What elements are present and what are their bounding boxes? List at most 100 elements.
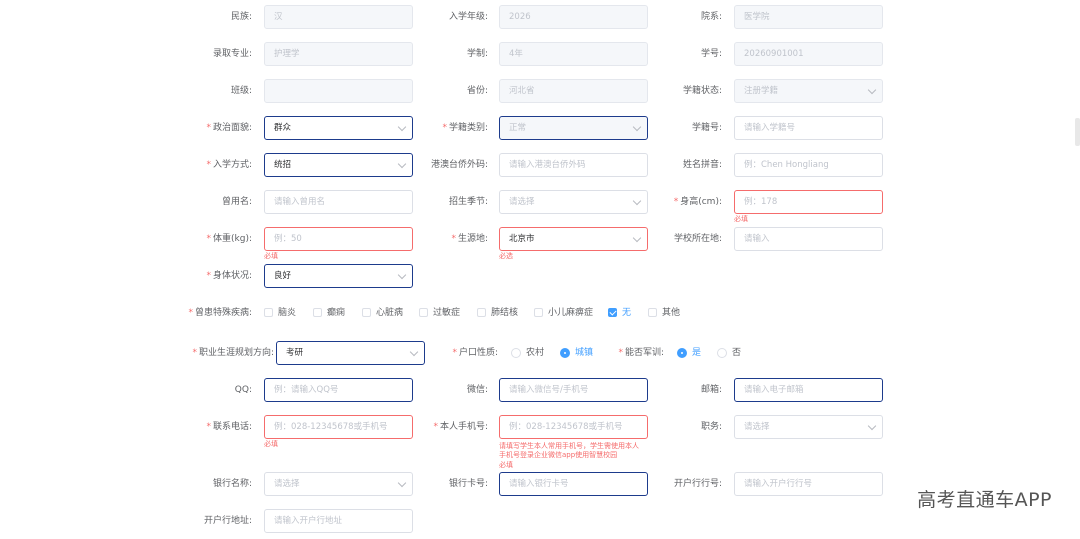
position-select[interactable]: 请选择 <box>734 415 883 439</box>
enroll-grade-field[interactable]: 2026 <box>499 5 648 29</box>
height-label: * 身高(cm): <box>673 197 722 207</box>
career-select[interactable]: 考研 <box>276 341 425 365</box>
health-select[interactable]: 良好 <box>264 264 413 288</box>
bank-card-label: 银行卡号: <box>448 479 488 489</box>
student-id-value: 20260901001 <box>744 49 804 59</box>
major-label: 录取专业: <box>212 49 252 59</box>
checkbox-label-polio: 小儿麻痹症 <box>548 308 594 318</box>
enroll-grade-label: 入学年级: <box>448 12 488 22</box>
pinyin-input[interactable]: 例：Chen Hongliang <box>734 153 883 177</box>
position-placeholder: 请选择 <box>744 422 770 432</box>
wechat-label: 微信: <box>466 385 488 395</box>
class-label: 班级: <box>230 86 252 96</box>
student-id-field[interactable]: 20260901001 <box>734 42 883 66</box>
hk-code-label: 港澳台侨外码: <box>430 160 488 170</box>
status-type-select[interactable]: 正常 <box>499 116 648 140</box>
political-label: * 政治面貌: <box>206 123 252 133</box>
bank-name-label: 银行名称: <box>212 479 252 489</box>
province-value: 河北省 <box>509 86 535 96</box>
radio-military-no[interactable] <box>717 348 727 358</box>
duration-label: 学制: <box>466 49 488 59</box>
status-type-value: 正常 <box>509 123 527 133</box>
scrollbar-handle[interactable] <box>1075 118 1080 146</box>
email-input[interactable]: 请输入电子邮箱 <box>734 378 883 402</box>
own-phone-error: 必填 <box>499 461 513 469</box>
reg-no-input[interactable]: 请输入学籍号 <box>734 116 883 140</box>
email-label: 邮箱: <box>700 385 722 395</box>
enroll-method-label-text: 入学方式: <box>212 160 252 170</box>
bank-card-input[interactable]: 请输入银行卡号 <box>499 472 648 496</box>
chevron-down-icon <box>397 122 407 132</box>
department-value: 医学院 <box>744 12 770 22</box>
diseases-label-text: 曾患特殊疾病: <box>194 308 252 318</box>
radio-label-rural: 农村 <box>526 348 545 358</box>
province-field[interactable]: 河北省 <box>499 79 648 103</box>
height-input[interactable]: 例：178 <box>734 190 883 214</box>
status-select[interactable]: 注册学籍 <box>734 79 883 103</box>
school-loc-input[interactable]: 请输入 <box>734 227 883 251</box>
status-label: 学籍状态: <box>682 86 722 96</box>
career-value: 考研 <box>286 348 304 358</box>
political-select[interactable]: 群众 <box>264 116 413 140</box>
chevron-down-icon <box>867 421 877 431</box>
weight-label-text: 体重(kg): <box>213 234 252 244</box>
checkbox-none[interactable] <box>608 308 617 317</box>
own-phone-input[interactable]: 例：028-12345678或手机号 <box>499 415 648 439</box>
radio-urban[interactable] <box>560 348 570 358</box>
radio-label-military-yes: 是 <box>692 348 702 358</box>
department-field[interactable]: 医学院 <box>734 5 883 29</box>
hk-code-input[interactable]: 请输入港澳台侨外码 <box>499 153 648 177</box>
former-name-input[interactable]: 请输入曾用名 <box>264 190 413 214</box>
height-error: 必填 <box>734 215 748 223</box>
wechat-input[interactable]: 请输入微信号/手机号 <box>499 378 648 402</box>
reg-no-label: 学籍号: <box>691 123 722 133</box>
school-loc-label: 学校所在地: <box>673 234 722 244</box>
season-select[interactable]: 请选择 <box>499 190 648 214</box>
military-label-text: 能否军训: <box>624 348 664 358</box>
contact-phone-error: 必填 <box>264 440 278 448</box>
ethnicity-field[interactable]: 汉 <box>264 5 413 29</box>
season-label: 招生季节: <box>448 197 488 207</box>
major-field[interactable]: 护理学 <box>264 42 413 66</box>
enroll-method-label: * 入学方式: <box>206 160 252 170</box>
diseases-label: * 曾患特殊疾病: <box>188 308 252 318</box>
checkbox-allergy[interactable] <box>419 308 428 317</box>
checkbox-label-none: 无 <box>622 308 632 318</box>
season-placeholder: 请选择 <box>509 197 535 207</box>
chevron-down-icon <box>397 478 407 488</box>
checkbox-epilepsy[interactable] <box>313 308 322 317</box>
enroll-method-select[interactable]: 统招 <box>264 153 413 177</box>
bank-branch-no-input[interactable]: 请输入开户行行号 <box>734 472 883 496</box>
own-phone-label: * 本人手机号: <box>433 422 488 432</box>
weight-input[interactable]: 例：50 <box>264 227 413 251</box>
qq-input[interactable]: 例：请输入QQ号 <box>264 378 413 402</box>
qq-label: QQ: <box>234 385 252 395</box>
weight-label: * 体重(kg): <box>206 234 252 244</box>
pinyin-label: 姓名拼音: <box>682 160 722 170</box>
checkbox-encephalitis[interactable] <box>264 308 273 317</box>
checkbox-label-allergy: 过敏症 <box>433 308 461 318</box>
contact-phone-input[interactable]: 例：028-12345678或手机号 <box>264 415 413 439</box>
health-value: 良好 <box>274 271 292 281</box>
bank-name-select[interactable]: 请选择 <box>264 472 413 496</box>
radio-military-yes[interactable] <box>677 348 687 358</box>
checkbox-other[interactable] <box>648 308 657 317</box>
class-field[interactable] <box>264 79 413 103</box>
position-label: 职务: <box>700 422 722 432</box>
origin-value: 北京市 <box>509 234 535 244</box>
province-label: 省份: <box>466 86 488 96</box>
checkbox-heart-disease[interactable] <box>362 308 371 317</box>
checkbox-tuberculosis[interactable] <box>477 308 486 317</box>
enroll-method-value: 统招 <box>274 160 292 170</box>
radio-rural[interactable] <box>511 348 521 358</box>
chevron-down-icon <box>632 196 642 206</box>
bank-address-input[interactable]: 请输入开户行地址 <box>264 509 413 533</box>
health-label: * 身体状况: <box>206 271 252 281</box>
own-phone-note-2: 手机号登录企业微信app使用智慧校园 <box>499 451 618 459</box>
former-name-label: 曾用名: <box>221 197 252 207</box>
checkbox-polio[interactable] <box>534 308 543 317</box>
origin-select[interactable]: 北京市 <box>499 227 648 251</box>
enroll-grade-value: 2026 <box>509 12 531 22</box>
duration-field[interactable]: 4年 <box>499 42 648 66</box>
radio-label-military-no: 否 <box>732 348 742 358</box>
